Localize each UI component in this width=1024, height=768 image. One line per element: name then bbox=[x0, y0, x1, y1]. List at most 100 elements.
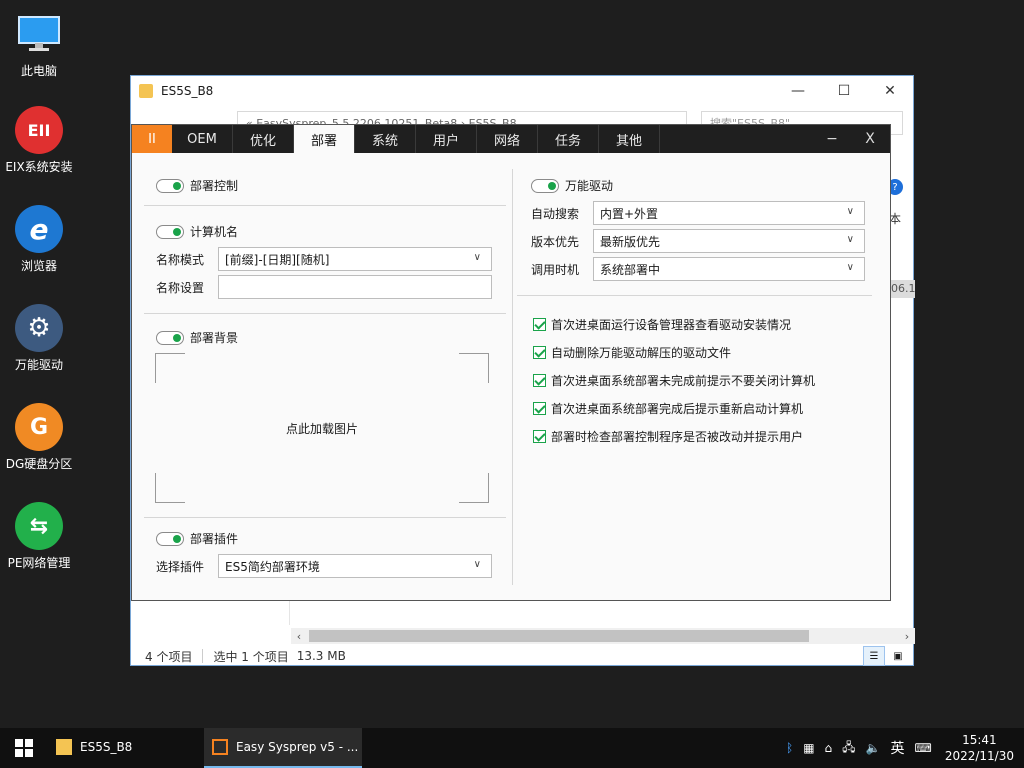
desktop-icon-label: 万能驱动 bbox=[14, 358, 63, 372]
load-image-text[interactable]: 点此加载图片 bbox=[155, 420, 489, 437]
network-icon[interactable]: 🖧 bbox=[842, 738, 855, 759]
name-set-label: 名称设置 bbox=[156, 280, 205, 295]
chevron-down-icon: ∨ bbox=[846, 234, 854, 245]
computer-name-label: 计算机名 bbox=[190, 225, 239, 239]
eix-icon: EII bbox=[15, 106, 63, 154]
section-divider bbox=[144, 205, 506, 206]
bluetooth-icon[interactable]: ᛒ bbox=[786, 741, 793, 755]
version-priority-select[interactable]: 最新版优先 ∨ bbox=[593, 229, 865, 253]
desktop-icon-dg[interactable]: G DG硬盘分区 bbox=[0, 403, 78, 472]
clock[interactable]: 15:41 2022/11/30 bbox=[945, 732, 1014, 764]
scrollbar-thumb[interactable] bbox=[309, 630, 809, 642]
scroll-right-icon[interactable]: › bbox=[899, 630, 915, 643]
tab-system[interactable]: 系统 bbox=[355, 125, 416, 153]
tab-user[interactable]: 用户 bbox=[416, 125, 477, 153]
explorer-title: ES5S_B8 bbox=[161, 84, 214, 98]
taskbar: ES5S_B8 Easy Sysprep v5 - ... ᛒ ▦ ⌂ 🖧 🔈 … bbox=[0, 728, 1024, 768]
usb-icon[interactable]: ⌂ bbox=[825, 741, 833, 755]
name-set-row: 名称设置 bbox=[156, 275, 492, 299]
gear-icon: ⚙ bbox=[15, 304, 63, 352]
volume-muted-icon[interactable]: 🔈 bbox=[866, 741, 881, 755]
check-row-device-manager[interactable]: 首次进桌面运行设备管理器查看驱动安装情况 bbox=[533, 316, 791, 333]
deploy-background-toggle[interactable] bbox=[156, 330, 184, 345]
scroll-left-icon[interactable]: ‹ bbox=[291, 630, 307, 643]
taskbar-item-sysprep[interactable]: Easy Sysprep v5 - ... bbox=[204, 728, 362, 768]
deploy-control-toggle[interactable] bbox=[156, 178, 184, 193]
background-image-picker[interactable]: 点此加载图片 bbox=[155, 353, 489, 503]
keyboard-icon[interactable]: ⌨ bbox=[915, 741, 932, 755]
display-icon[interactable]: ▦ bbox=[803, 741, 814, 755]
details-view-icon[interactable]: ☰ bbox=[863, 646, 885, 666]
sysprep-window[interactable]: II OEM 优化 部署 系统 用户 网络 任务 其他 − X 部署控制 计算机… bbox=[131, 124, 891, 601]
ime-indicator[interactable]: 英 bbox=[891, 738, 905, 758]
tab-bar: II OEM 优化 部署 系统 用户 网络 任务 其他 − X bbox=[132, 125, 890, 153]
tab-task[interactable]: 任务 bbox=[538, 125, 599, 153]
status-size: 13.3 MB bbox=[296, 649, 346, 663]
network-icon: ⇆ bbox=[15, 502, 63, 550]
call-timing-row: 调用时机 系统部署中 ∨ bbox=[531, 257, 865, 281]
deploy-plugin-toggle-row[interactable]: 部署插件 bbox=[156, 530, 238, 547]
name-mode-row: 名称模式 [前缀]-[日期][随机] ∨ bbox=[156, 247, 492, 271]
universal-driver-toggle-row[interactable]: 万能驱动 bbox=[531, 177, 613, 194]
computer-name-toggle-row[interactable]: 计算机名 bbox=[156, 223, 238, 240]
deploy-control-toggle-row[interactable]: 部署控制 bbox=[156, 177, 238, 194]
clock-time: 15:41 bbox=[962, 733, 997, 747]
name-mode-select[interactable]: [前缀]-[日期][随机] ∨ bbox=[218, 247, 492, 271]
computer-name-toggle[interactable] bbox=[156, 224, 184, 239]
select-plugin-label: 选择插件 bbox=[156, 559, 205, 574]
horizontal-scrollbar[interactable]: ‹ › bbox=[291, 628, 915, 644]
minimize-button[interactable]: — bbox=[775, 76, 821, 106]
desktop-icon-label: 浏览器 bbox=[20, 259, 57, 273]
minimize-button[interactable]: − bbox=[812, 125, 852, 153]
desktop-icon-driver[interactable]: ⚙ 万能驱动 bbox=[0, 304, 78, 373]
deploy-control-label: 部署控制 bbox=[190, 179, 239, 193]
deploy-plugin-label: 部署插件 bbox=[190, 532, 239, 546]
dg-icon: G bbox=[15, 403, 63, 451]
name-set-input[interactable] bbox=[218, 275, 492, 299]
auto-search-value: 内置+外置 bbox=[600, 206, 659, 221]
auto-search-label: 自动搜索 bbox=[531, 206, 580, 221]
column-divider bbox=[512, 169, 513, 585]
deploy-background-label: 部署背景 bbox=[190, 331, 239, 345]
check-row-prompt-restart[interactable]: 首次进桌面系统部署完成后提示重新启动计算机 bbox=[533, 400, 803, 417]
check-row-delete-drivers[interactable]: 自动删除万能驱动解压的驱动文件 bbox=[533, 344, 731, 361]
check-row-verify-control[interactable]: 部署时检查部署控制程序是否被改动并提示用户 bbox=[533, 428, 803, 445]
large-icons-view-icon[interactable]: ▣ bbox=[887, 646, 909, 666]
auto-search-row: 自动搜索 内置+外置 ∨ bbox=[531, 201, 865, 225]
section-divider bbox=[144, 517, 506, 518]
desktop-icon-browser[interactable]: e 浏览器 bbox=[0, 205, 78, 274]
clock-date: 2022/11/30 bbox=[944, 749, 1014, 763]
desktop-icon-eix[interactable]: EII EIX系统安装 bbox=[0, 106, 78, 175]
checkbox-checked[interactable] bbox=[533, 346, 546, 359]
close-button[interactable]: X bbox=[850, 125, 890, 153]
checkbox-checked[interactable] bbox=[533, 430, 546, 443]
deploy-background-toggle-row[interactable]: 部署背景 bbox=[156, 329, 238, 346]
close-button[interactable]: ✕ bbox=[867, 76, 913, 106]
select-plugin-select[interactable]: ES5简约部署环境 ∨ bbox=[218, 554, 492, 578]
taskbar-item-explorer[interactable]: ES5S_B8 bbox=[48, 728, 204, 768]
tab-deploy[interactable]: 部署 bbox=[294, 125, 355, 153]
tab-other[interactable]: 其他 bbox=[599, 125, 660, 153]
check-label: 首次进桌面运行设备管理器查看驱动安装情况 bbox=[551, 318, 792, 332]
desktop-icon-network[interactable]: ⇆ PE网络管理 bbox=[0, 502, 78, 571]
start-button[interactable] bbox=[0, 728, 48, 768]
select-plugin-row: 选择插件 ES5简约部署环境 ∨ bbox=[156, 554, 492, 578]
tab-oem[interactable]: OEM bbox=[172, 125, 233, 153]
status-item-count: 4 个项目 bbox=[145, 649, 193, 664]
universal-driver-toggle[interactable] bbox=[531, 178, 559, 193]
check-row-warn-shutdown[interactable]: 首次进桌面系统部署未完成前提示不要关闭计算机 bbox=[533, 372, 815, 389]
tab-optimize[interactable]: 优化 bbox=[233, 125, 294, 153]
deploy-plugin-toggle[interactable] bbox=[156, 531, 184, 546]
checkbox-checked[interactable] bbox=[533, 374, 546, 387]
checkbox-checked[interactable] bbox=[533, 402, 546, 415]
auto-search-select[interactable]: 内置+外置 ∨ bbox=[593, 201, 865, 225]
maximize-button[interactable]: ☐ bbox=[821, 76, 867, 106]
checkbox-checked[interactable] bbox=[533, 318, 546, 331]
call-timing-value: 系统部署中 bbox=[600, 262, 661, 277]
call-timing-select[interactable]: 系统部署中 ∨ bbox=[593, 257, 865, 281]
status-selected: 选中 1 个项目 bbox=[213, 649, 289, 664]
desktop-icon-label: 此电脑 bbox=[20, 64, 57, 78]
desktop-icon-this-pc[interactable]: 此电脑 bbox=[0, 10, 78, 79]
tab-network[interactable]: 网络 bbox=[477, 125, 538, 153]
system-tray: ᛒ ▦ ⌂ 🖧 🔈 英 ⌨ 15:41 2022/11/30 bbox=[781, 728, 1024, 768]
